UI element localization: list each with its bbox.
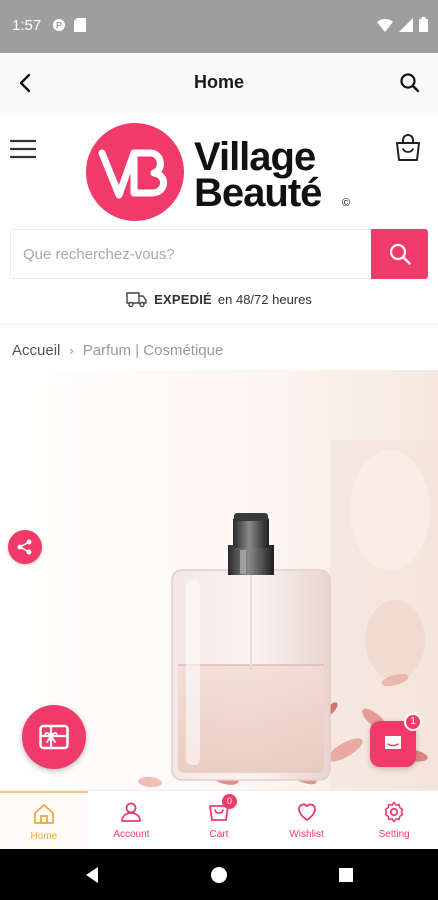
search-bar [10,229,428,279]
user-icon [121,802,142,822]
system-navigation-bar [0,849,438,900]
nav-cart-label: Cart [209,829,229,840]
gift-card-icon [39,724,69,750]
home-icon [33,804,54,824]
gear-icon [384,801,404,823]
menu-button[interactable] [9,137,37,161]
nav-wishlist-label: Wishlist [289,829,324,840]
vb-monogram-icon [98,149,167,199]
chat-badge: 1 [404,713,422,731]
bottom-navigation: Home Account 0 Cart Wishlist Setting [0,790,438,850]
shopping-bag-icon [396,134,420,161]
delivery-truck-icon [126,292,147,308]
system-back-button[interactable] [83,866,101,889]
system-recents-button[interactable] [337,866,355,889]
store-header: Village Beauté © EXPEDIÉ en 48/72 heures [0,113,438,323]
search-icon [389,243,411,265]
nav-setting[interactable]: Setting [350,791,438,850]
share-button[interactable] [8,530,42,564]
header-cart-button[interactable] [394,133,422,163]
shipping-time: en 48/72 heures [217,291,312,307]
hamburger-icon [9,139,37,159]
status-bar: 1:57 P [0,0,438,53]
nav-setting-label: Setting [378,829,410,840]
search-submit-button[interactable] [371,229,428,279]
triangle-back-icon [86,867,98,883]
notification-icon: P [52,18,66,37]
signal-icon [399,17,413,37]
shipping-label: EXPEDIÉ [154,291,212,307]
cart-count-badge: 0 [221,794,237,809]
wifi-icon [377,18,393,37]
nav-wishlist[interactable]: Wishlist [263,791,351,850]
nav-account[interactable]: Account [88,791,176,850]
breadcrumb-current: Parfum | Cosmétique [82,342,224,359]
shipping-info: EXPEDIÉ en 48/72 heures [0,287,438,311]
status-time: 1:57 [12,17,42,34]
page-title: Home [193,72,244,92]
share-icon [17,539,32,555]
breadcrumb: Accueil › Parfum | Cosmétique [12,342,223,359]
logo-copyright: © [342,197,351,209]
square-recents-icon [339,868,353,882]
app-search-button[interactable] [396,69,424,97]
search-input[interactable] [10,229,372,279]
search-icon [400,73,420,93]
circle-home-icon [211,867,227,883]
logo-word-beaute: Beauté [194,171,322,215]
app-bar: Home [0,53,438,113]
gift-card-button[interactable] [22,705,86,769]
nav-cart[interactable]: 0 Cart [175,791,263,850]
breadcrumb-separator: › [69,343,74,358]
system-home-button[interactable] [210,866,228,889]
nav-home-label: Home [30,831,58,842]
nav-home[interactable]: Home [0,791,88,850]
nav-account-label: Account [113,829,150,840]
svg-text:P: P [56,21,62,31]
chat-icon [385,736,401,749]
heart-icon [297,803,316,821]
sd-card-icon [74,18,86,37]
breadcrumb-home[interactable]: Accueil [12,342,60,359]
village-beaute-logo[interactable]: Village Beauté © [86,121,356,221]
battery-icon [419,17,428,37]
chat-button[interactable]: 1 [370,713,422,767]
